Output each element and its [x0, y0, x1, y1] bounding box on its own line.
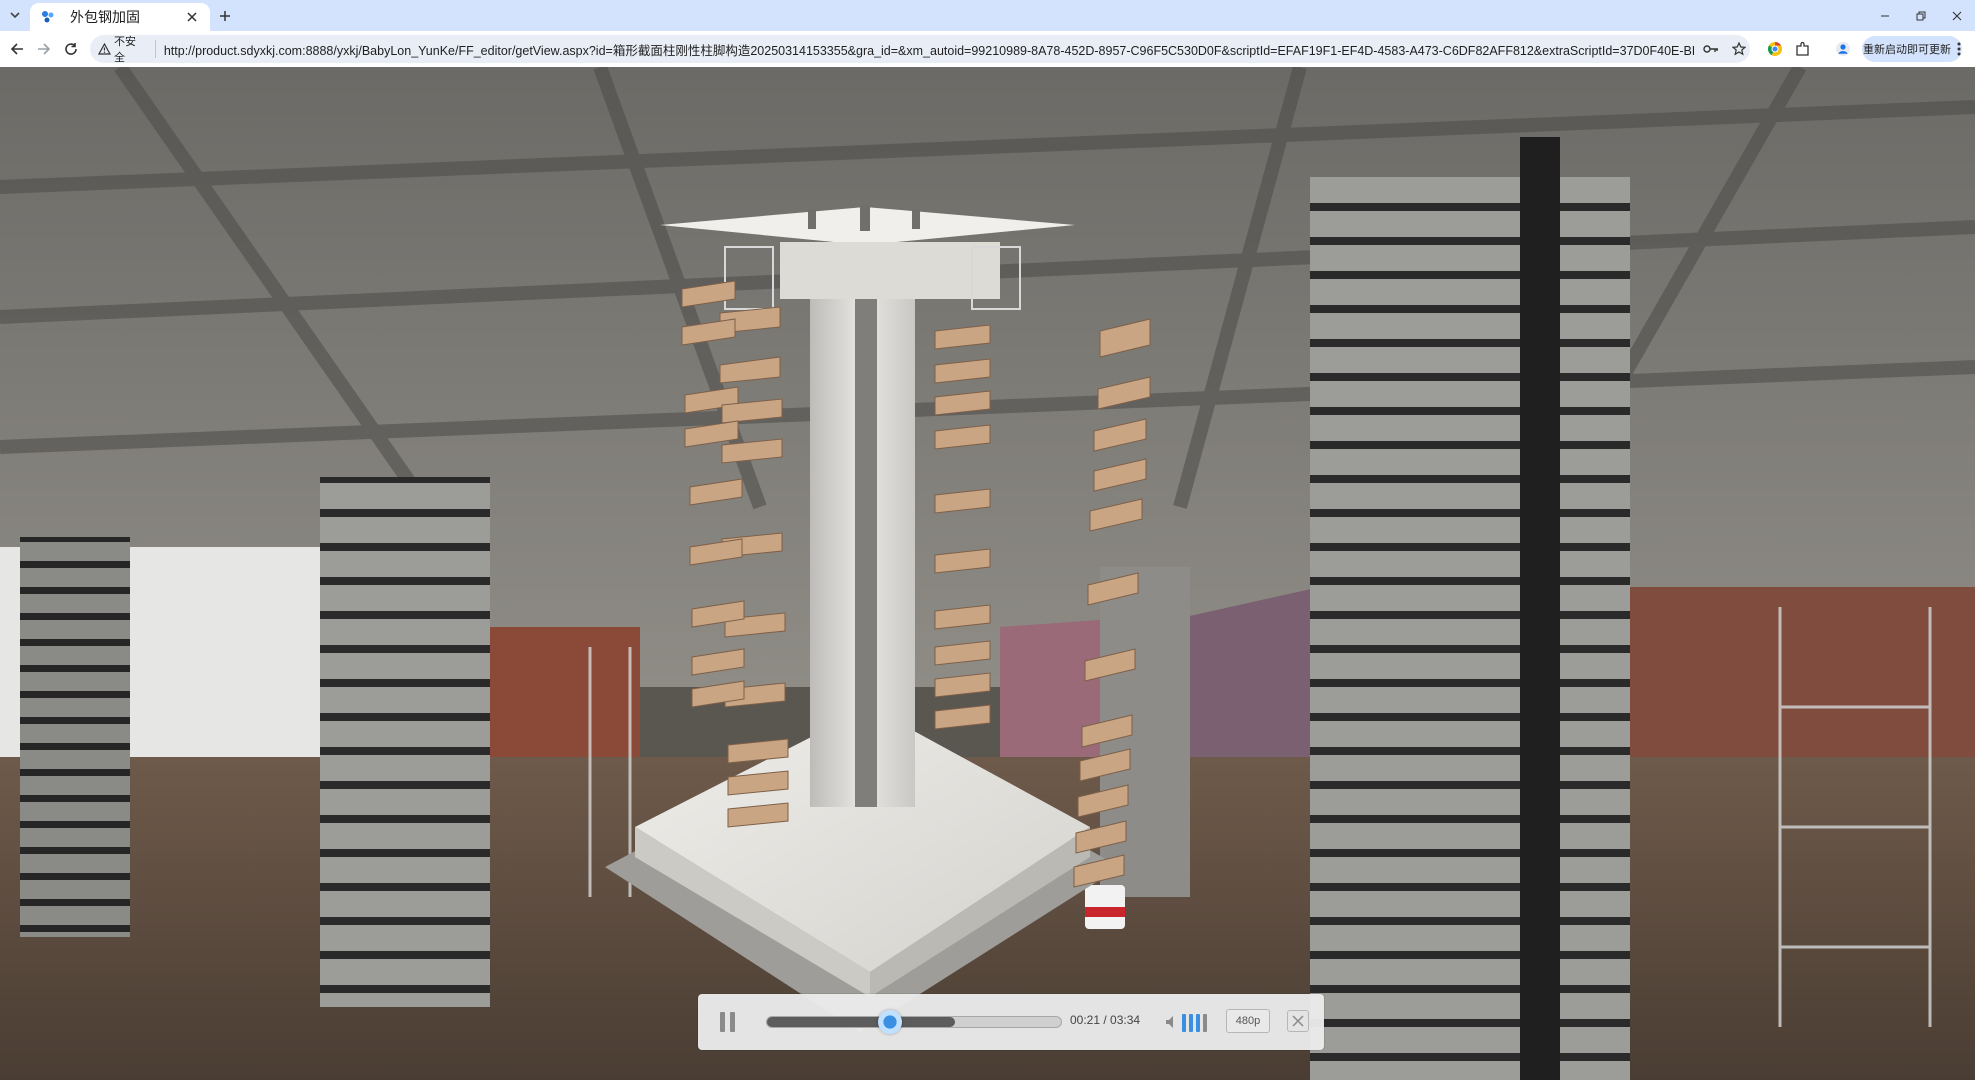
- star-icon: [1732, 42, 1747, 56]
- speaker-icon: [1166, 1016, 1173, 1028]
- insecure-label: 不安全: [113, 36, 136, 64]
- profile-button[interactable]: [1832, 38, 1854, 60]
- mute-button[interactable]: [1163, 1011, 1181, 1033]
- minimize-button[interactable]: [1868, 0, 1902, 31]
- pause-icon: [719, 1012, 725, 1032]
- password-key-button[interactable]: [1700, 38, 1722, 60]
- reload-icon: [65, 43, 77, 55]
- seek-thumb[interactable]: [878, 1010, 903, 1034]
- video-player-controls: 00:21 / 03:34 480p: [698, 994, 1324, 1050]
- back-button[interactable]: [6, 38, 28, 60]
- browser-toolbar: 不安全 http://product.sdyxkj.com:8888/yxkj/…: [0, 31, 1975, 67]
- close-icon: [1292, 1015, 1304, 1027]
- active-tab[interactable]: 外包钢加固: [30, 3, 210, 31]
- update-label: 重新启动即可更新: [1863, 44, 1951, 56]
- security-indicator[interactable]: 不安全: [98, 36, 156, 64]
- babylon-viewport[interactable]: 00:21 / 03:34 480p: [0, 67, 1975, 1080]
- chrome-extension-button[interactable]: [1764, 38, 1786, 60]
- restore-button[interactable]: [1904, 0, 1938, 31]
- close-icon: [187, 12, 197, 22]
- address-bar[interactable]: 不安全 http://product.sdyxkj.com:8888/yxkj/…: [90, 35, 1750, 64]
- tab-search-button[interactable]: [4, 4, 26, 26]
- forward-button[interactable]: [33, 38, 55, 60]
- volume-bar[interactable]: [1196, 1014, 1200, 1032]
- tab-title: 外包钢加固: [70, 9, 140, 25]
- tab-close-button[interactable]: [184, 9, 200, 25]
- key-icon: [1703, 45, 1719, 53]
- chevron-down-icon: [10, 12, 20, 19]
- arrow-right-icon: [38, 43, 51, 55]
- volume-bar[interactable]: [1203, 1014, 1207, 1032]
- seek-buffered: [767, 1017, 956, 1027]
- time-display: 00:21 / 03:34: [1070, 1013, 1141, 1027]
- volume-bar[interactable]: [1189, 1014, 1193, 1032]
- chrome-logo-icon: [1768, 42, 1782, 56]
- relaunch-update-button[interactable]: 重新启动即可更新: [1862, 36, 1962, 62]
- scene-canvas[interactable]: [0, 67, 1975, 1080]
- extensions-button[interactable]: [1792, 38, 1814, 60]
- pause-button[interactable]: [716, 1011, 738, 1033]
- puzzle-icon: [1796, 41, 1809, 56]
- volume-slider[interactable]: [1182, 1010, 1207, 1032]
- quality-selector[interactable]: 480p: [1226, 1009, 1270, 1033]
- avatar-icon: [1836, 42, 1850, 56]
- more-vertical-icon: [1957, 42, 1961, 56]
- seek-bar[interactable]: [766, 1010, 1062, 1034]
- plus-icon: [220, 11, 230, 21]
- arrow-left-icon: [10, 43, 23, 55]
- close-icon: [1952, 11, 1962, 20]
- bookmark-button[interactable]: [1728, 38, 1750, 60]
- url-text[interactable]: http://product.sdyxkj.com:8888/yxkj/Baby…: [164, 40, 1694, 59]
- new-tab-button[interactable]: [214, 5, 236, 27]
- close-player-button[interactable]: [1287, 1010, 1309, 1032]
- minimize-icon: [1881, 15, 1889, 16]
- volume-bar[interactable]: [1182, 1014, 1186, 1032]
- warning-triangle-icon: [98, 43, 111, 55]
- window-close-button[interactable]: [1940, 0, 1974, 31]
- site-favicon-icon: [42, 11, 54, 23]
- tab-strip: 外包钢加固: [0, 0, 1975, 31]
- restore-icon: [1916, 11, 1926, 20]
- reload-button[interactable]: [60, 38, 82, 60]
